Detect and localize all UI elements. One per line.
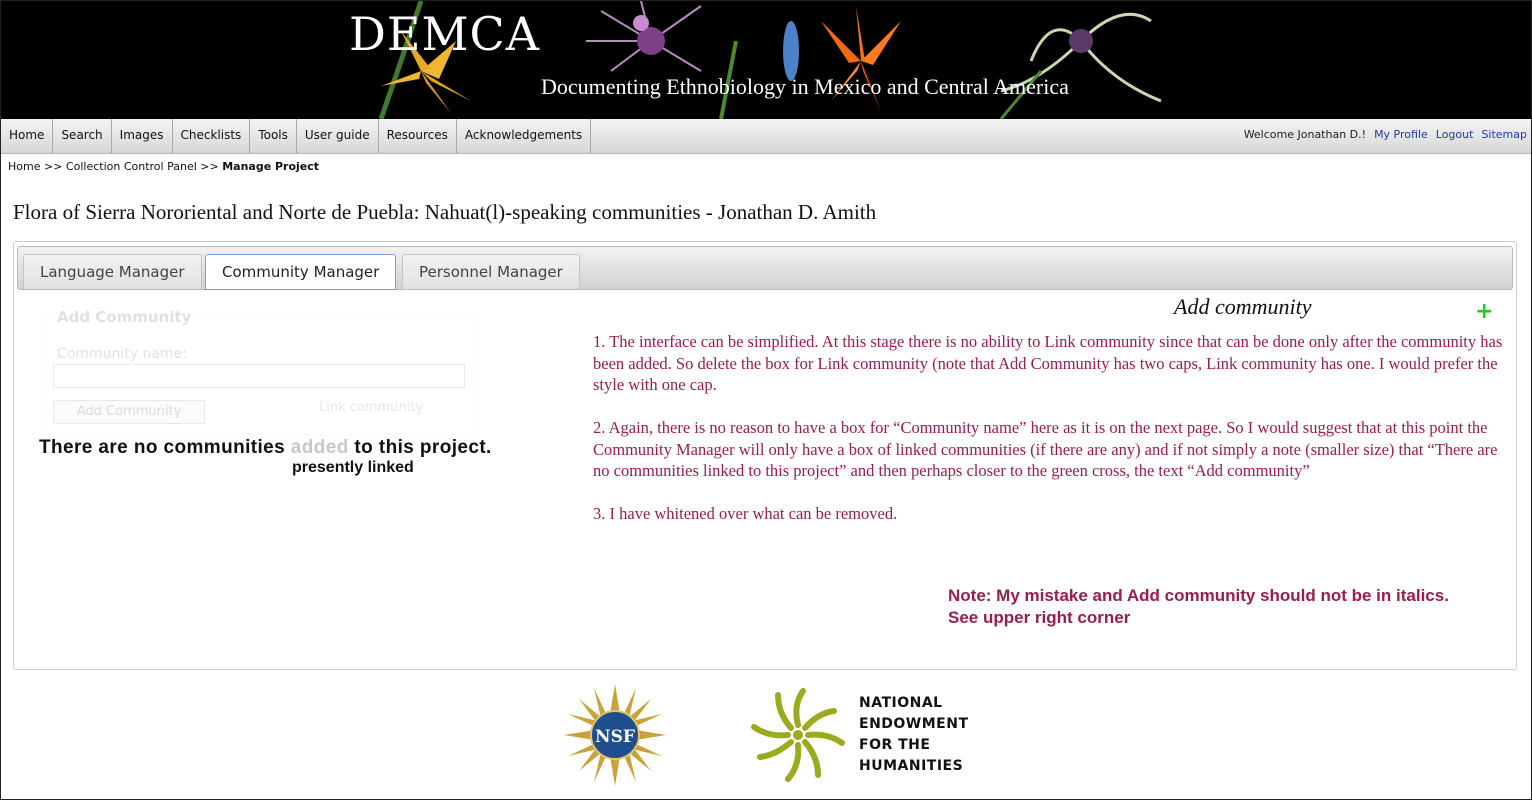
nav-search[interactable]: Search: [53, 119, 112, 153]
welcome-text: Welcome Jonathan D.!: [1243, 128, 1367, 141]
nav-user-guide[interactable]: User guide: [297, 119, 379, 153]
sitemap-link[interactable]: Sitemap: [1481, 119, 1527, 153]
breadcrumb-separator: >>: [43, 160, 63, 173]
neh-logo: [751, 688, 845, 782]
nav-menu: Home Search Images Checklists Tools User…: [1, 119, 592, 153]
add-community-annotation: Add community: [1174, 294, 1312, 319]
status-text-part1: There are no communities: [39, 437, 291, 458]
neh-line: ENDOWMENT: [859, 716, 969, 732]
site-subtitle: Documenting Ethnobiology in Mexico and C…: [541, 74, 1069, 99]
mistake-note: Note: My mistake and Add community shoul…: [948, 586, 1449, 627]
nav-tools[interactable]: Tools: [250, 119, 297, 153]
tab-bar: Language Manager Community Manager Perso…: [17, 246, 1513, 290]
annotation-notes: 1. The interface can be simplified. At t…: [593, 331, 1503, 546]
neh-line: FOR THE: [859, 737, 931, 753]
page-frame: DEMCA Documenting Ethnobiology in Mexico…: [0, 0, 1532, 800]
community-name-input[interactable]: [53, 364, 465, 388]
status-text-faded: added: [290, 437, 349, 458]
add-community-fieldset: Add Community Community name: Add Commun…: [42, 308, 478, 435]
breadcrumb-current: Manage Project: [222, 160, 320, 173]
nav-acknowledgements[interactable]: Acknowledgements: [457, 119, 592, 153]
nav-resources[interactable]: Resources: [379, 119, 457, 153]
my-profile-link[interactable]: My Profile: [1374, 119, 1428, 153]
breadcrumb-separator: >>: [200, 160, 219, 173]
site-banner: DEMCA Documenting Ethnobiology in Mexico…: [1, 1, 1531, 119]
insert-text-presently-linked: presently linked: [292, 459, 414, 476]
note-1: 1. The interface can be simplified. At t…: [593, 332, 1503, 394]
fieldset-legend: Add Community: [55, 308, 194, 326]
nsf-logo: NSF: [564, 684, 666, 786]
main-nav: Home Search Images Checklists Tools User…: [1, 119, 1531, 154]
breadcrumb-home[interactable]: Home: [8, 160, 40, 173]
no-communities-message: There are no communities added to this p…: [39, 437, 492, 459]
neh-line: NATIONAL: [859, 695, 943, 711]
link-community-button[interactable]: Link community: [319, 400, 423, 415]
nav-home[interactable]: Home: [1, 119, 54, 153]
nav-images[interactable]: Images: [112, 119, 173, 153]
site-title: DEMCA: [349, 7, 540, 61]
note-3: 3. I have whitened over what can be remo…: [593, 504, 898, 523]
nsf-logo-text: NSF: [595, 727, 635, 747]
community-name-label: Community name:: [57, 346, 187, 362]
status-text-part2: to this project.: [348, 437, 492, 458]
flower-banner-image: [378, 1, 1162, 119]
neh-line: HUMANITIES: [859, 758, 964, 774]
tab-personnel-manager[interactable]: Personnel Manager: [402, 254, 580, 289]
tab-community-manager[interactable]: Community Manager: [205, 254, 397, 290]
note-2: 2. Again, there is no reason to have a b…: [593, 418, 1498, 480]
breadcrumb: Home >> Collection Control Panel >> Mana…: [8, 160, 319, 173]
nav-checklists[interactable]: Checklists: [173, 119, 251, 153]
add-plus-icon[interactable]: +: [1475, 299, 1493, 324]
page-title: Flora of Sierra Nororiental and Norte de…: [13, 200, 877, 224]
logout-link[interactable]: Logout: [1436, 119, 1474, 153]
add-community-button[interactable]: Add Community: [53, 400, 205, 424]
user-menu: Welcome Jonathan D.! My Profile Logout S…: [1244, 119, 1527, 153]
tab-language-manager[interactable]: Language Manager: [23, 254, 202, 289]
breadcrumb-control-panel[interactable]: Collection Control Panel: [66, 160, 197, 173]
neh-wordmark: NATIONAL ENDOWMENT FOR THE HUMANITIES: [859, 693, 969, 777]
